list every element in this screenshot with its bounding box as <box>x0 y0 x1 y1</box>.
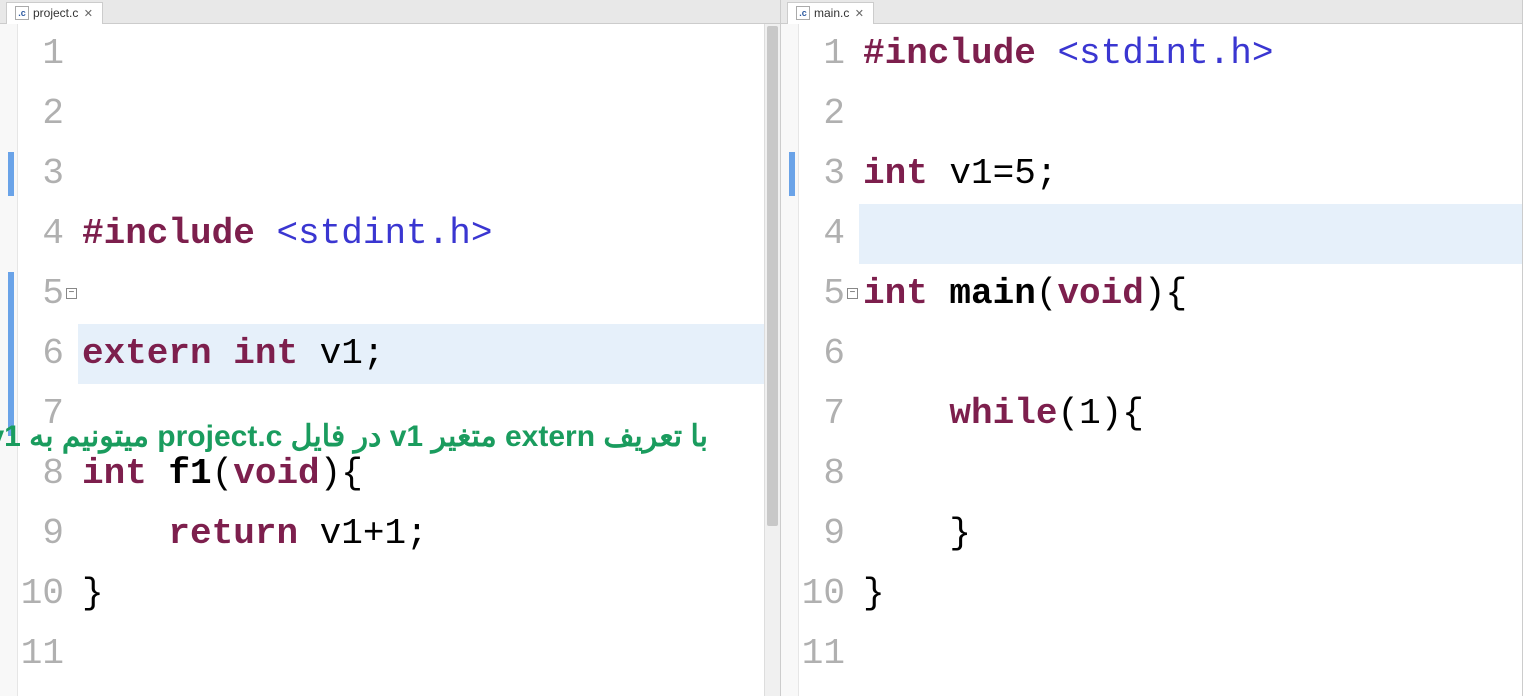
line-number: 9 <box>18 504 64 564</box>
line-number: 6 <box>799 324 845 384</box>
c-file-icon: .c <box>796 6 810 20</box>
line-number: 7 <box>799 384 845 444</box>
code-line[interactable] <box>859 84 1522 144</box>
code-line[interactable]: int main(void){ <box>859 264 1522 324</box>
code-line[interactable]: } <box>859 504 1522 564</box>
code-area-left[interactable]: با تعریف extern متغیر v1 در فایل project… <box>78 24 780 696</box>
code-line[interactable] <box>78 264 780 324</box>
scrollbar-thumb[interactable] <box>767 26 778 526</box>
marker-bar-right <box>781 24 799 696</box>
change-marker <box>8 152 14 196</box>
close-icon[interactable]: ✕ <box>82 7 94 19</box>
code-line[interactable]: int v1=5; <box>859 144 1522 204</box>
line-number-gutter-left: 1234567891011 <box>18 24 78 696</box>
tab-bar-right: .c main.c ✕ <box>781 0 1522 24</box>
vertical-scrollbar-left[interactable] <box>764 24 780 696</box>
tab-main-c[interactable]: .c main.c ✕ <box>787 2 874 24</box>
code-line[interactable] <box>78 384 780 444</box>
code-line[interactable]: while(1){ <box>859 384 1522 444</box>
code-line[interactable]: #include <stdint.h> <box>78 204 780 264</box>
code-line[interactable] <box>859 324 1522 384</box>
change-marker <box>8 272 14 436</box>
tab-filename: main.c <box>814 6 849 20</box>
code-line[interactable]: int f1(void){ <box>78 444 780 504</box>
code-line[interactable] <box>859 624 1522 684</box>
line-number: 8 <box>18 444 64 504</box>
line-number: 5 <box>18 264 64 324</box>
line-number: 5 <box>799 264 845 324</box>
marker-bar-left <box>0 24 18 696</box>
line-number: 3 <box>18 144 64 204</box>
line-number-gutter-right: 1234567891011 <box>799 24 859 696</box>
line-number: 10 <box>18 564 64 624</box>
tab-filename: project.c <box>33 6 78 20</box>
editor-right[interactable]: 1234567891011 #include <stdint.h> int v1=… <box>781 24 1522 696</box>
code-line[interactable]: } <box>78 564 780 624</box>
code-line[interactable]: return v1+1; <box>78 504 780 564</box>
change-marker <box>789 152 795 196</box>
fold-toggle-icon[interactable]: − <box>847 288 858 299</box>
line-number: 6 <box>18 324 64 384</box>
code-line[interactable] <box>859 204 1522 264</box>
line-number: 8 <box>799 444 845 504</box>
line-number: 2 <box>799 84 845 144</box>
c-file-icon: .c <box>15 6 29 20</box>
line-number: 10 <box>799 564 845 624</box>
tab-bar-left: .c project.c ✕ <box>0 0 780 24</box>
code-area-right[interactable]: #include <stdint.h> int v1=5; int main(voi… <box>859 24 1522 696</box>
line-number: 4 <box>18 204 64 264</box>
left-editor-pane: .c project.c ✕ 1234567891011 با تعریف ex… <box>0 0 781 696</box>
line-number: 4 <box>799 204 845 264</box>
code-line[interactable]: extern int v1; <box>78 324 780 384</box>
code-line[interactable] <box>78 624 780 684</box>
line-number: 11 <box>18 624 64 684</box>
close-icon[interactable]: ✕ <box>853 7 865 19</box>
editor-left[interactable]: 1234567891011 با تعریف extern متغیر v1 د… <box>0 24 780 696</box>
line-number: 7 <box>18 384 64 444</box>
line-number: 1 <box>799 24 845 84</box>
right-editor-pane: .c main.c ✕ 1234567891011 #include <stdi… <box>781 0 1523 696</box>
line-number: 3 <box>799 144 845 204</box>
line-number: 1 <box>18 24 64 84</box>
code-line[interactable] <box>78 684 780 696</box>
line-number: 11 <box>799 624 845 684</box>
code-line[interactable] <box>859 444 1522 504</box>
line-number: 2 <box>18 84 64 144</box>
code-line[interactable]: #include <stdint.h> <box>859 24 1522 84</box>
line-number: 9 <box>799 504 845 564</box>
fold-toggle-icon[interactable]: − <box>66 288 77 299</box>
code-line[interactable]: } <box>859 564 1522 624</box>
tab-project-c[interactable]: .c project.c ✕ <box>6 2 103 24</box>
